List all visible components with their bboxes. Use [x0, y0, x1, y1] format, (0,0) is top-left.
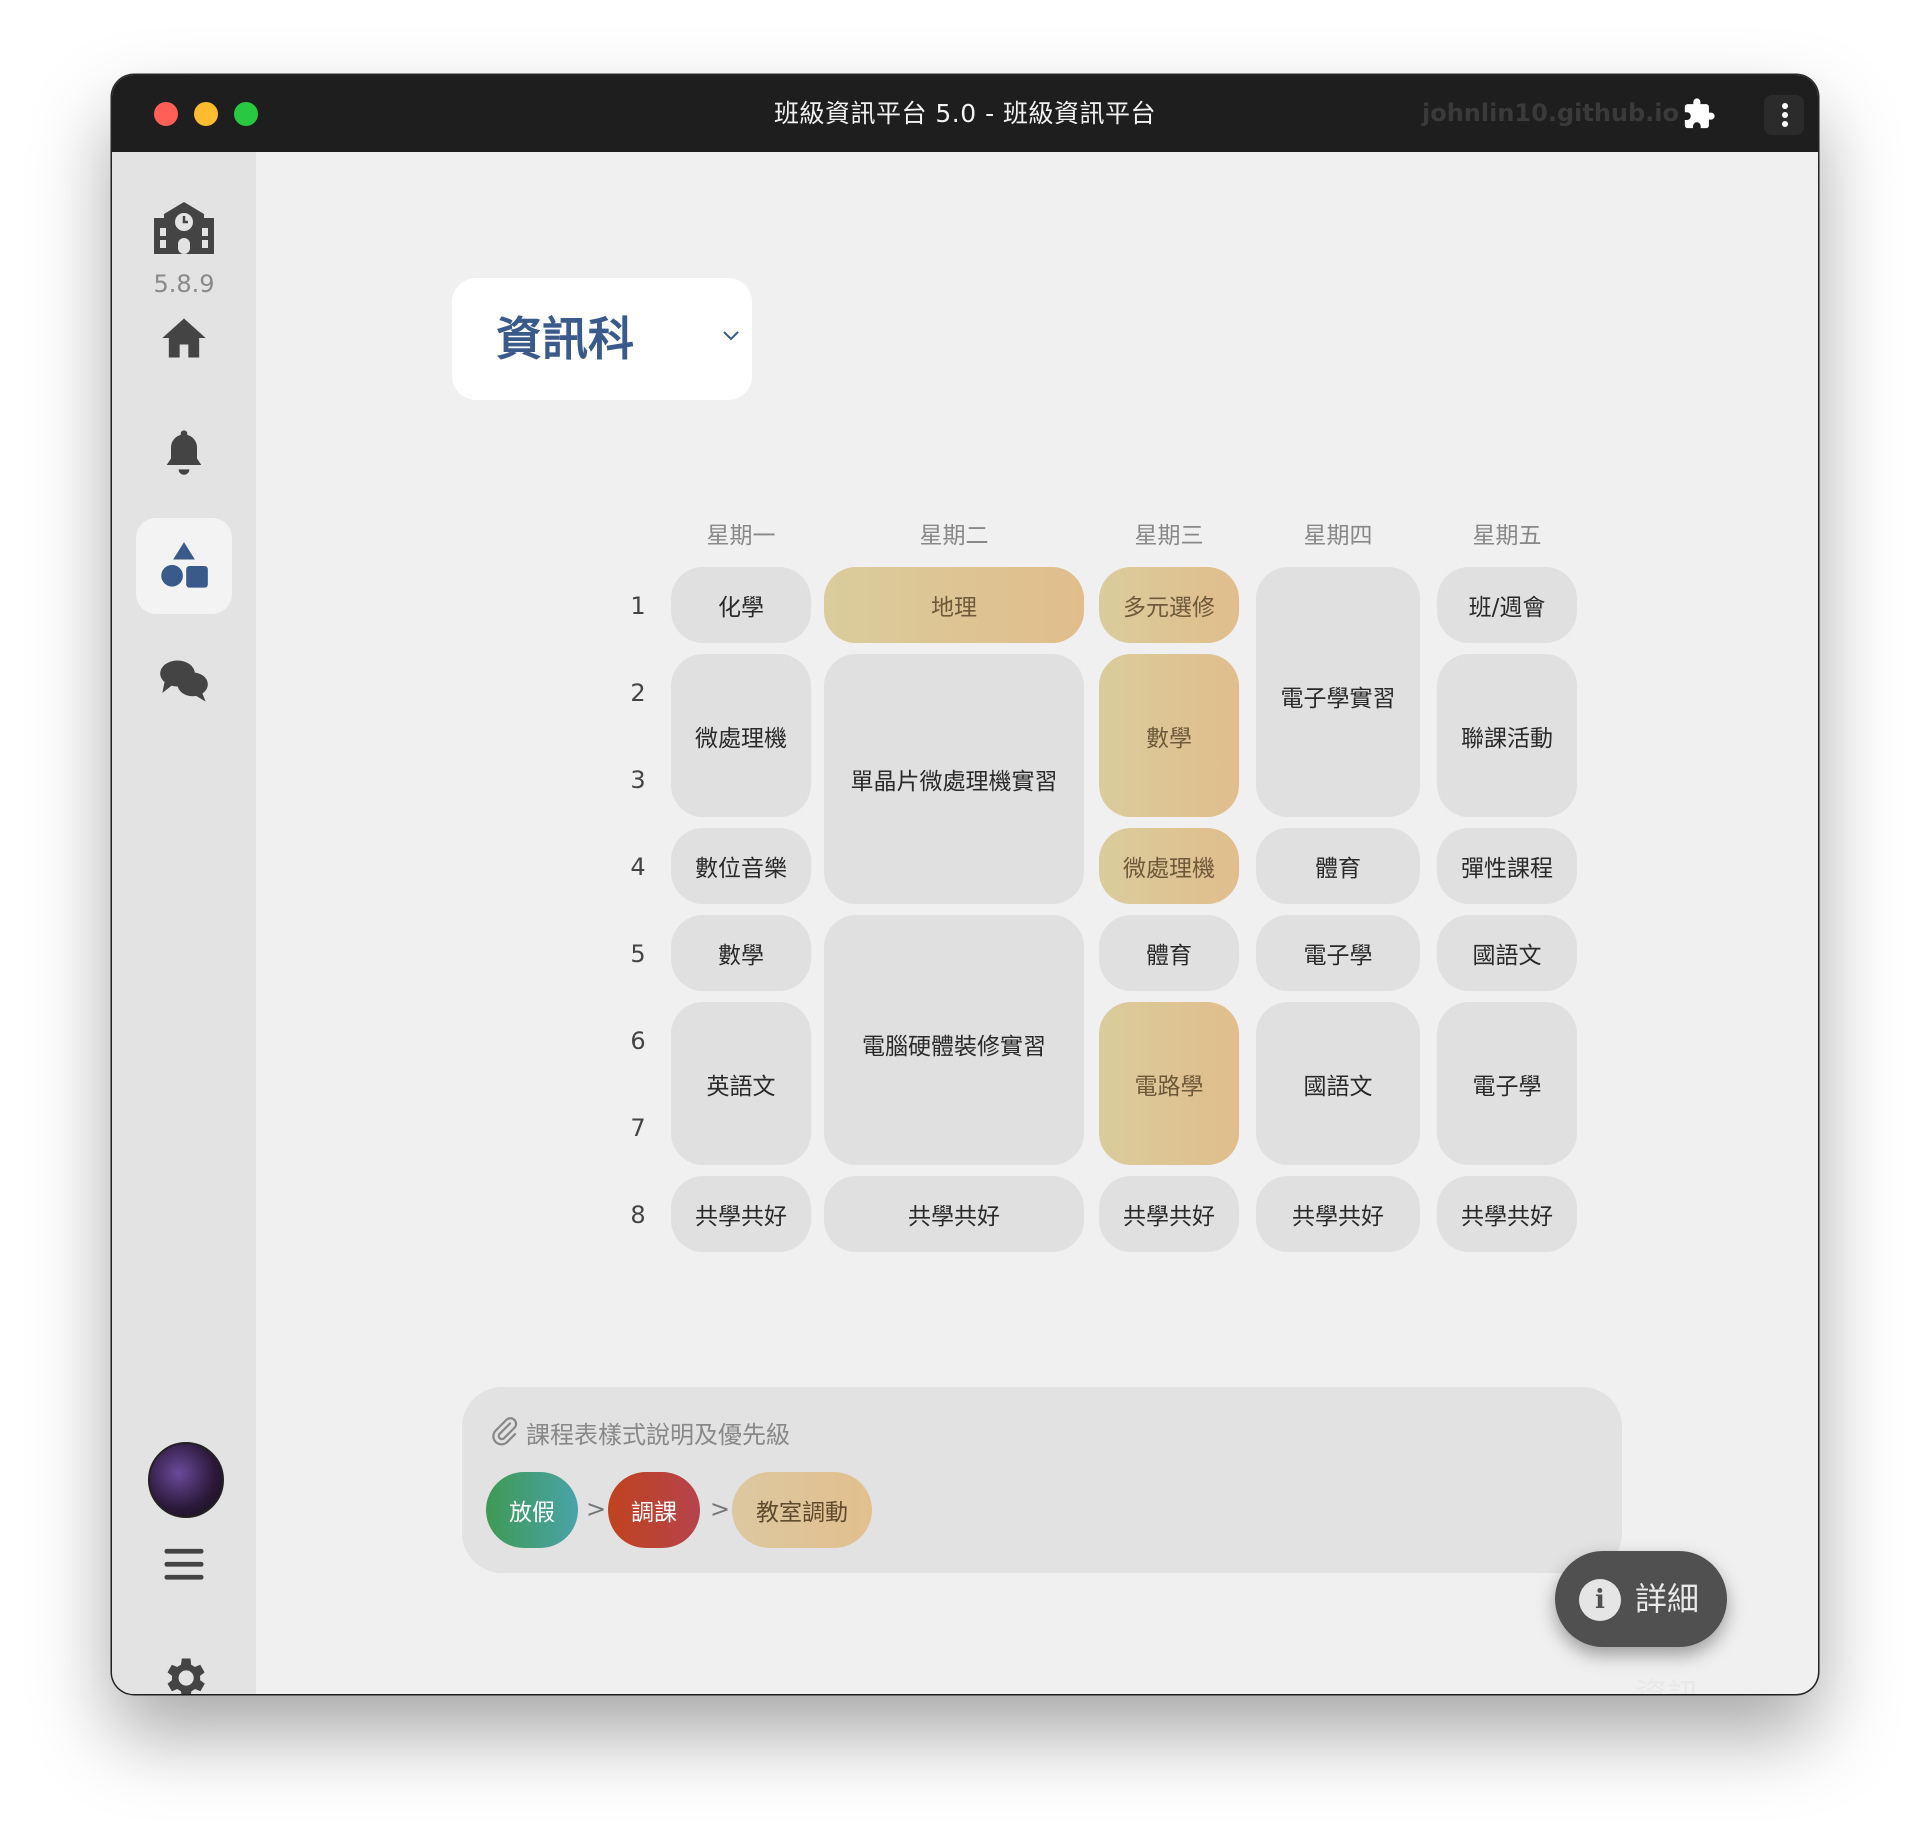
class-cell[interactable]: 班/週會 — [1437, 567, 1577, 643]
period-label: 7 — [630, 1114, 646, 1142]
sidebar: 5.8.9 — [112, 152, 256, 1694]
user-avatar[interactable] — [148, 1442, 224, 1518]
paperclip-icon — [492, 1417, 518, 1446]
class-cell[interactable]: 國語文 — [1437, 915, 1577, 991]
priority-separator: > — [586, 1495, 607, 1523]
class-cell[interactable]: 共學共好 — [1099, 1176, 1239, 1252]
day-header-fri: 星期五 — [1472, 523, 1542, 549]
class-cell[interactable]: 電腦硬體裝修實習 — [824, 915, 1084, 1165]
home-icon — [162, 318, 206, 358]
shapes-icon — [161, 542, 208, 588]
legend-holiday-pill: 放假 — [486, 1472, 578, 1548]
priority-separator: > — [710, 1495, 731, 1523]
class-cell-label: 電腦硬體裝修實習 — [862, 1034, 1046, 1060]
period-label: 6 — [630, 1027, 646, 1055]
class-cell[interactable]: 單晶片微處理機實習 — [824, 654, 1084, 904]
bell-icon — [166, 430, 202, 475]
sidebar-settings-button[interactable] — [136, 1630, 232, 1694]
class-cell[interactable]: 聯課活動 — [1437, 654, 1577, 817]
period-label: 4 — [630, 853, 646, 881]
class-cell[interactable]: 地理 — [824, 567, 1084, 643]
class-cell[interactable]: 共學共好 — [1256, 1176, 1420, 1252]
sidebar-item-notifications[interactable] — [136, 404, 232, 500]
chat-icon — [160, 660, 208, 702]
department-selected-value: 資訊科 — [496, 312, 634, 366]
class-cell[interactable]: 數學 — [1099, 654, 1239, 817]
class-cell[interactable]: 數學 — [671, 915, 811, 991]
class-cell[interactable]: 化學 — [671, 567, 811, 643]
day-header-thu: 星期四 — [1303, 523, 1373, 549]
class-cell-label: 電子學實習 — [1280, 686, 1396, 712]
period-label: 2 — [630, 679, 646, 707]
period-label: 8 — [630, 1201, 646, 1229]
legend-swap-pill: 調課 — [608, 1472, 700, 1548]
class-cell[interactable]: 電路學 — [1099, 1002, 1239, 1165]
more-options-icon[interactable] — [1764, 95, 1804, 135]
class-cell[interactable]: 電子學實習 — [1256, 567, 1420, 817]
day-header-mon: 星期一 — [706, 523, 776, 549]
sidebar-item-home[interactable] — [136, 290, 232, 386]
class-cell[interactable]: 電子學 — [1437, 1002, 1577, 1165]
hamburger-menu-icon — [164, 1548, 204, 1580]
sidebar-menu-button[interactable] — [136, 1516, 232, 1612]
class-cell[interactable]: 多元選修 — [1099, 567, 1239, 643]
sidebar-item-schedule[interactable] — [136, 518, 232, 614]
period-label: 1 — [630, 592, 646, 620]
title-bar: 班級資訊平台 5.0 - 班級資訊平台 johnlin10.github.io — [112, 75, 1818, 152]
details-button-label: 詳細資訊 — [1635, 1580, 1700, 1694]
class-cell[interactable]: 國語文 — [1256, 1002, 1420, 1165]
puzzle-extension-icon[interactable] — [1682, 97, 1716, 131]
class-cell[interactable]: 共學共好 — [671, 1176, 811, 1252]
gear-icon — [167, 1658, 205, 1694]
class-cell[interactable]: 體育 — [1256, 828, 1420, 904]
sidebar-item-chat[interactable] — [136, 632, 232, 728]
info-icon: i — [1579, 1579, 1621, 1621]
class-cell[interactable]: 體育 — [1099, 915, 1239, 991]
class-cell[interactable]: 數位音樂 — [671, 828, 811, 904]
class-cell[interactable]: 微處理機 — [671, 654, 811, 817]
site-domain: johnlin10.github.io — [1422, 99, 1680, 127]
schedule-legend: 課程表樣式說明及優先級 放假 > 調課 > 教室調動 — [462, 1387, 1622, 1573]
app-window: 班級資訊平台 5.0 - 班級資訊平台 johnlin10.github.io … — [112, 75, 1818, 1694]
class-cell[interactable]: 共學共好 — [1437, 1176, 1577, 1252]
details-button[interactable]: i 詳細資訊 — [1555, 1551, 1727, 1694]
legend-room-change-pill: 教室調動 — [732, 1472, 872, 1548]
class-cell[interactable]: 微處理機 — [1099, 828, 1239, 904]
period-label: 5 — [630, 940, 646, 968]
chevron-down-icon — [723, 331, 739, 341]
day-header-wed: 星期三 — [1134, 523, 1204, 549]
school-logo-icon[interactable] — [152, 200, 216, 256]
day-header-tue: 星期二 — [919, 523, 989, 549]
class-cell[interactable]: 電子學 — [1256, 915, 1420, 991]
period-label: 3 — [630, 766, 646, 794]
class-cell[interactable]: 彈性課程 — [1437, 828, 1577, 904]
department-select[interactable]: 資訊科 — [452, 278, 752, 400]
class-cell[interactable]: 英語文 — [671, 1002, 811, 1165]
class-cell[interactable]: 共學共好 — [824, 1176, 1084, 1252]
legend-title: 課程表樣式說明及優先級 — [526, 1421, 790, 1449]
main-content: 資訊科 星期一 星期二 星期三 星期四 星期五 1 2 3 4 5 6 7 8 … — [256, 152, 1818, 1694]
